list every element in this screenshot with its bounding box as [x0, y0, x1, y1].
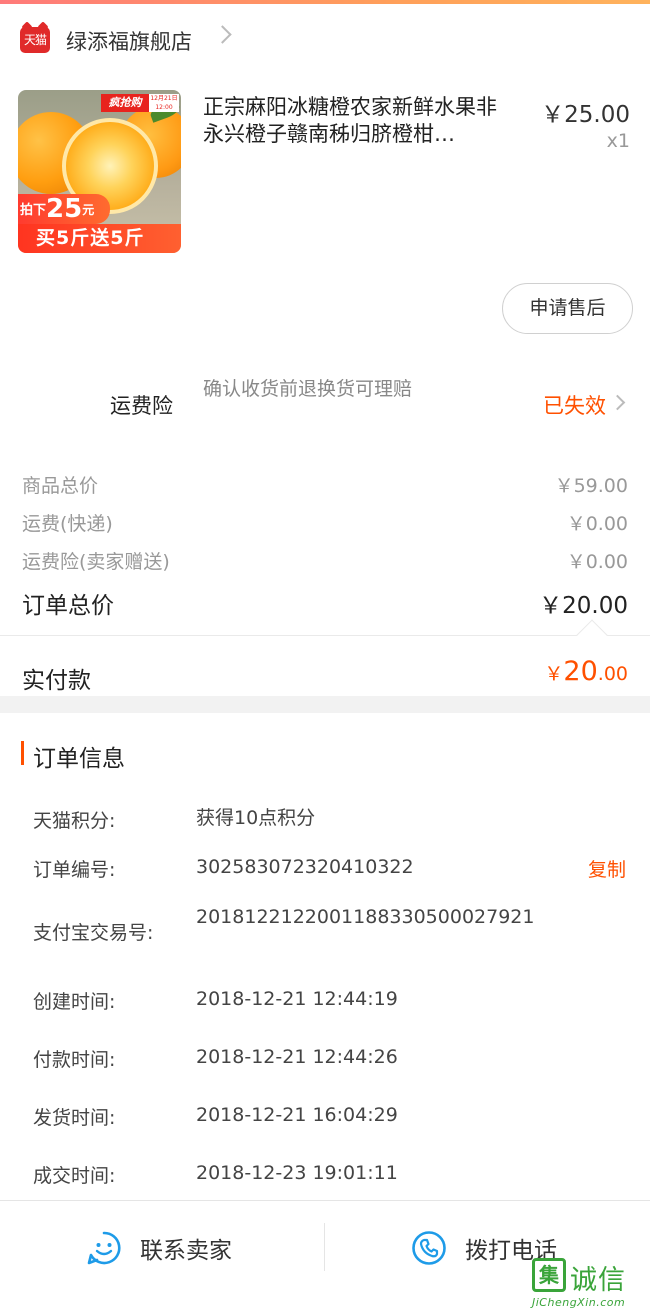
info-label: 成交时间:	[33, 1165, 116, 1187]
promo-strip: 买5斤送5斤	[18, 224, 181, 253]
shipping-insurance-status[interactable]: 已失效	[543, 390, 606, 420]
price-tag-prefix: 拍下	[20, 203, 47, 218]
info-value: 2018-12-21 16:04:29	[196, 1104, 398, 1126]
info-label: 订单编号:	[33, 859, 116, 881]
info-label: 支付宝交易号:	[33, 922, 154, 944]
quantity: x1	[606, 130, 630, 152]
promo-badge: 疯抢购	[101, 94, 149, 112]
info-value: 获得10点积分	[196, 807, 316, 829]
order-number: 302583072320410322	[196, 856, 414, 878]
info-label: 发货时间:	[33, 1107, 116, 1129]
watermark: 集 诚信 JiChengXin.com	[532, 1232, 650, 1308]
chevron-right-icon[interactable]	[213, 25, 232, 44]
section-accent-bar	[21, 741, 24, 765]
order-total-label: 订单总价	[22, 593, 114, 619]
shipping-insurance-label: 运费险	[110, 394, 173, 418]
summary-row: 商品总价 ￥59.00	[22, 471, 628, 498]
contact-seller-button[interactable]: 联系卖家	[86, 1225, 232, 1271]
section-gap	[0, 696, 650, 713]
summary-label: 运费(快递)	[22, 513, 113, 535]
info-value: 2018-12-21 12:44:26	[196, 1046, 398, 1068]
info-label: 创建时间:	[33, 991, 116, 1013]
product-image[interactable]: 疯抢购 12月21日 12:00 拍下25元 买5斤送5斤	[18, 90, 181, 253]
info-value: 2018-12-21 12:44:19	[196, 988, 398, 1010]
summary-label: 商品总价	[22, 475, 99, 497]
promo-date: 12月21日 12:00	[149, 94, 179, 112]
unit-price: ￥25.00	[541, 102, 630, 128]
chevron-right-icon[interactable]	[609, 394, 626, 411]
price-tag-unit: 元	[82, 203, 95, 217]
summary-row: 运费险(卖家赠送) ￥0.00	[22, 547, 628, 574]
top-accent-bar	[0, 0, 650, 4]
paid-label: 实付款	[22, 668, 91, 694]
paid-decimal: .00	[597, 663, 628, 685]
pointer-caret	[576, 619, 608, 651]
info-value: 2018-12-23 19:01:11	[196, 1162, 398, 1184]
price-tag-amount: 25	[46, 194, 83, 224]
watermark-text: 诚信	[570, 1265, 626, 1296]
shipping-insurance-description: 确认收货前退换货可理赔	[203, 378, 413, 400]
product-title[interactable]: 正宗麻阳冰糖橙农家新鲜水果非永兴橙子赣南秭归脐橙柑…	[203, 94, 513, 148]
order-total-value: ￥20.00	[539, 593, 628, 619]
paid-integer: 20	[563, 656, 598, 687]
info-label: 天猫积分:	[33, 810, 116, 832]
summary-value: ￥0.00	[566, 513, 628, 535]
divider	[0, 635, 650, 636]
watermark-url: JiChengXin.com	[532, 1296, 626, 1308]
info-label: 付款时间:	[33, 1049, 116, 1071]
paid-amount: ￥20.00	[544, 656, 628, 687]
tmall-logo-icon: 天猫	[20, 27, 50, 53]
summary-value: ￥0.00	[566, 551, 628, 573]
order-total-row: 订单总价 ￥20.00	[22, 586, 628, 620]
watermark-logo-icon: 集	[532, 1258, 566, 1292]
summary-value: ￥59.00	[554, 475, 628, 497]
chat-smile-icon	[87, 1231, 121, 1265]
phone-icon	[412, 1231, 446, 1265]
alipay-transaction-number: 2018122122001188330500027921	[196, 906, 535, 928]
shop-name[interactable]: 绿添福旗舰店	[66, 26, 192, 56]
divider	[324, 1223, 325, 1271]
summary-label: 运费险(卖家赠送)	[22, 551, 170, 573]
summary-row: 运费(快递) ￥0.00	[22, 509, 628, 536]
paid-currency: ￥	[544, 663, 564, 685]
copy-button[interactable]: 复制	[588, 855, 626, 882]
section-title: 订单信息	[33, 746, 125, 772]
after-sale-button[interactable]: 申请售后	[502, 283, 633, 334]
price-tag: 拍下25元	[18, 194, 110, 224]
contact-seller-label: 联系卖家	[140, 1238, 232, 1264]
